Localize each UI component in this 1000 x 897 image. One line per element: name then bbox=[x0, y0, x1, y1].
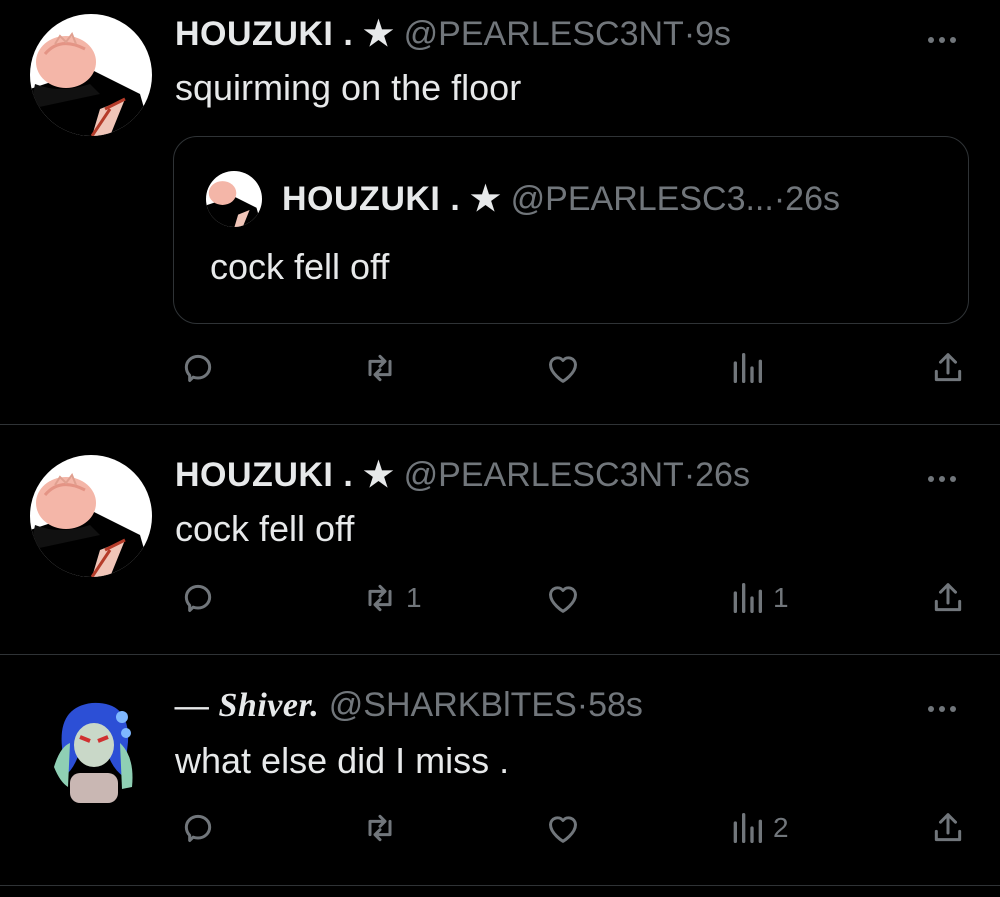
tweet-3[interactable]: — Shiver. @SHARKBlTES·58s what else did … bbox=[0, 655, 1000, 885]
timestamp[interactable]: 26s bbox=[695, 456, 750, 494]
views-button[interactable]: 1 bbox=[727, 578, 789, 618]
separator: · bbox=[683, 15, 696, 53]
quoted-tweet[interactable]: HOUZUKI . ★ @PEARLESC3...·26s cock fell … bbox=[173, 136, 969, 324]
avatar-image bbox=[30, 455, 152, 577]
tweet-text: cock fell off bbox=[175, 508, 355, 549]
tweet-header: — Shiver. @SHARKBlTES·58s bbox=[175, 685, 643, 726]
more-icon[interactable] bbox=[928, 699, 964, 719]
retweet-count: 1 bbox=[406, 582, 422, 613]
tweet-actions: 1 1 bbox=[0, 578, 1000, 618]
handle[interactable]: @PEARLESC3NT bbox=[404, 15, 684, 53]
views-button[interactable]: 2 bbox=[727, 808, 789, 848]
share-button[interactable] bbox=[928, 348, 968, 388]
avatar[interactable] bbox=[30, 455, 152, 577]
quote-display-name: HOUZUKI . ★ bbox=[282, 180, 502, 218]
quote-avatar bbox=[206, 171, 262, 227]
views-count: 2 bbox=[773, 812, 789, 843]
retweet-icon bbox=[368, 354, 392, 382]
tweet-text: squirming on the floor bbox=[175, 67, 522, 108]
separator: · bbox=[576, 686, 589, 724]
share-button[interactable] bbox=[928, 808, 968, 848]
views-icon bbox=[733, 353, 762, 383]
views-icon bbox=[733, 813, 762, 843]
timestamp[interactable]: 58s bbox=[588, 686, 643, 724]
retweet-button[interactable] bbox=[360, 348, 406, 388]
retweet-button[interactable]: 1 bbox=[360, 578, 422, 618]
retweet-icon bbox=[368, 584, 392, 612]
like-button[interactable] bbox=[543, 578, 583, 618]
share-icon bbox=[934, 353, 962, 382]
quote-separator: · bbox=[773, 180, 786, 218]
avatar-image bbox=[40, 687, 148, 809]
more-icon[interactable] bbox=[928, 30, 964, 50]
display-name[interactable]: — Shiver. bbox=[175, 687, 319, 724]
share-icon bbox=[934, 583, 962, 612]
tweet-header: HOUZUKI . ★ @PEARLESC3NT·9s bbox=[175, 14, 731, 54]
reply-icon bbox=[184, 354, 212, 382]
reply-button[interactable] bbox=[178, 808, 218, 848]
views-button[interactable] bbox=[727, 348, 773, 388]
like-button[interactable] bbox=[543, 808, 583, 848]
tweet-2[interactable]: HOUZUKI . ★ @PEARLESC3NT·26s cock fell o… bbox=[0, 425, 1000, 654]
quote-timestamp: 26s bbox=[785, 180, 840, 218]
display-name[interactable]: HOUZUKI . ★ bbox=[175, 456, 394, 494]
quote-handle: @PEARLESC3... bbox=[510, 180, 774, 218]
handle[interactable]: @SHARKBlTES bbox=[329, 686, 577, 724]
timestamp[interactable]: 9s bbox=[695, 15, 731, 53]
tweet-divider bbox=[0, 885, 1000, 886]
tweet-1[interactable]: HOUZUKI . ★ @PEARLESC3NT·9s squirming on… bbox=[0, 0, 1000, 424]
display-name[interactable]: HOUZUKI . ★ bbox=[175, 15, 394, 53]
heart-icon bbox=[549, 356, 577, 383]
quote-text: cock fell off bbox=[210, 246, 390, 287]
separator: · bbox=[683, 456, 696, 494]
like-button[interactable] bbox=[543, 348, 583, 388]
share-icon bbox=[934, 813, 962, 842]
tweet-text: what else did I miss . bbox=[175, 740, 510, 781]
heart-icon bbox=[549, 816, 577, 843]
reply-button[interactable] bbox=[178, 578, 218, 618]
retweet-button[interactable] bbox=[360, 808, 406, 848]
views-count: 1 bbox=[773, 582, 789, 613]
more-icon[interactable] bbox=[928, 469, 964, 489]
quote-avatar-image bbox=[206, 171, 262, 227]
views-icon bbox=[733, 583, 762, 613]
avatar[interactable] bbox=[40, 687, 148, 809]
reply-icon bbox=[184, 584, 212, 612]
retweet-icon bbox=[368, 814, 392, 842]
quote-header: HOUZUKI . ★ @PEARLESC3...·26s bbox=[282, 179, 840, 219]
tweet-actions: 2 bbox=[0, 808, 1000, 848]
tweet-actions bbox=[0, 348, 1000, 388]
avatar-image bbox=[30, 14, 152, 136]
handle[interactable]: @PEARLESC3NT bbox=[404, 456, 684, 494]
reply-button[interactable] bbox=[178, 348, 218, 388]
tweet-header: HOUZUKI . ★ @PEARLESC3NT·26s bbox=[175, 455, 750, 495]
heart-icon bbox=[549, 586, 577, 613]
reply-icon bbox=[184, 814, 212, 842]
avatar[interactable] bbox=[30, 14, 152, 136]
share-button[interactable] bbox=[928, 578, 968, 618]
